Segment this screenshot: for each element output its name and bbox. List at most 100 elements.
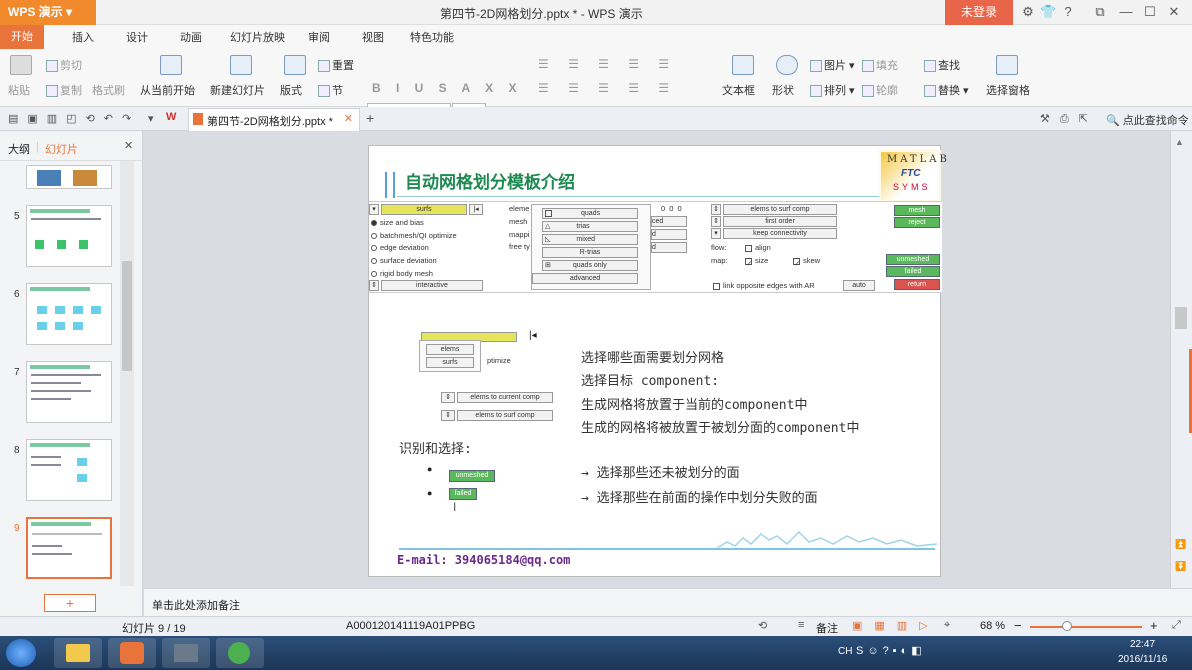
elem-quads-only[interactable]: ⊞ quads only — [542, 260, 638, 271]
cut-button[interactable]: 剪切 — [46, 57, 82, 73]
opt-rigid-body[interactable]: rigid body mesh — [371, 269, 433, 278]
maximize-icon[interactable]: ☐ — [1142, 4, 1158, 20]
zoom-thumb[interactable] — [1062, 621, 1072, 631]
opt-surface-deviation[interactable]: surface deviation — [371, 256, 437, 265]
toggle-icon[interactable]: ⇕ — [711, 204, 721, 215]
elem-trias[interactable]: △ trias — [542, 221, 638, 232]
new-tab-icon[interactable]: + — [366, 110, 374, 126]
slide-thumb-4[interactable] — [26, 165, 112, 189]
slide-thumb-9[interactable] — [26, 517, 112, 579]
sidebar-scrollbar[interactable] — [120, 161, 134, 586]
toggle-icon[interactable]: ⇕ — [711, 216, 721, 227]
skin-icon[interactable]: ⚙ — [1020, 4, 1036, 20]
layout-button[interactable]: 版式 — [280, 82, 302, 98]
view-buttons[interactable]: ▣▦▥▷ — [852, 619, 940, 632]
input-language[interactable]: CH — [838, 646, 852, 657]
arrange-button[interactable]: 排列 ▾ — [810, 82, 855, 98]
main-scrollbar[interactable]: ▲ ⏫ ⏬ — [1170, 131, 1192, 588]
next-slide-icon[interactable]: ⏬ — [1175, 561, 1186, 572]
shape-icon[interactable] — [776, 55, 798, 75]
paste-icon[interactable] — [10, 55, 32, 75]
find-command[interactable]: 🔍 点此查找命令 — [1106, 112, 1189, 128]
section-button[interactable]: 节 — [318, 82, 343, 98]
slide-thumb-6[interactable] — [26, 283, 112, 345]
align-buttons[interactable]: ☰ ☰ ☰ ☰ ☰ — [538, 81, 677, 95]
scroll-thumb[interactable] — [1175, 307, 1187, 329]
skew-checkbox[interactable]: ✓ skew — [793, 256, 820, 268]
elems-to-surf-comp[interactable]: elems to surf comp — [723, 204, 837, 215]
selection-pane-icon[interactable] — [996, 55, 1018, 75]
failed-button[interactable]: failed — [886, 266, 940, 277]
tab-outline[interactable]: 大纲 — [8, 141, 30, 157]
selection-pane-button[interactable]: 选择窗格 — [986, 82, 1030, 98]
add-slide-button[interactable]: + — [44, 594, 96, 612]
link-checkbox[interactable]: link opposite edges with AR — [713, 281, 815, 290]
elem-quads[interactable]: quads — [542, 208, 638, 219]
tray-icons[interactable]: S☺?▪◐◧ — [856, 644, 956, 658]
app-menu-button[interactable]: WPS 演示 ▾ — [0, 0, 96, 25]
history-icon[interactable]: ⟲ — [758, 619, 767, 632]
play-current-button[interactable]: 从当前开始 — [140, 82, 195, 98]
shape-button[interactable]: 形状 — [772, 82, 794, 98]
scroll-up-icon[interactable]: ▲ — [1175, 137, 1184, 147]
align-checkbox[interactable]: align — [745, 243, 771, 252]
menu-review[interactable]: 审阅 — [308, 29, 330, 45]
menu-features[interactable]: 特色功能 — [410, 29, 454, 45]
notes-button[interactable]: 备注 — [816, 620, 838, 636]
opt-size-bias[interactable]: size and bias — [371, 218, 424, 227]
minimize-icon[interactable]: — — [1118, 4, 1134, 20]
toggle-icon[interactable]: ⇕ — [369, 280, 379, 291]
wps-logo-icon[interactable]: W — [166, 111, 176, 123]
elem-advanced[interactable]: advanced — [532, 273, 638, 284]
login-button[interactable]: 未登录 — [945, 0, 1013, 25]
menu-slideshow[interactable]: 幻灯片放映 — [230, 29, 285, 45]
tab-slides[interactable]: 幻灯片 — [45, 141, 78, 157]
taskbar-wps[interactable] — [108, 638, 156, 668]
zoom-out-icon[interactable]: − — [1014, 618, 1022, 633]
opt-batchmesh[interactable]: batchmesh/QI optimize — [371, 231, 457, 240]
taskbar-browser[interactable] — [216, 638, 264, 668]
slide-thumb-8[interactable] — [26, 439, 112, 501]
taskbar-app[interactable] — [162, 638, 210, 668]
dropdown-icon[interactable]: ▾ — [711, 228, 721, 239]
taskbar-explorer[interactable] — [54, 638, 102, 668]
zoom-in-icon[interactable]: + — [1150, 618, 1158, 633]
document-tab[interactable]: 第四节-2D网格划分.pptx * ✕ — [188, 108, 360, 131]
play-icon[interactable] — [160, 55, 182, 75]
replace-button[interactable]: 替换 ▾ — [924, 82, 969, 98]
find-button[interactable]: 查找 — [924, 57, 960, 73]
fill-button[interactable]: 填充 — [862, 57, 898, 73]
auto-button[interactable]: auto — [843, 280, 875, 291]
size-checkbox[interactable]: ✓ size — [745, 256, 768, 268]
mesh-button[interactable]: mesh — [894, 205, 940, 216]
menu-animation[interactable]: 动画 — [180, 29, 202, 45]
picture-button[interactable]: 图片 ▾ — [810, 57, 855, 73]
keep-connectivity[interactable]: keep connectivity — [723, 228, 837, 239]
fit-window-icon[interactable]: ⤢ — [1172, 619, 1181, 632]
slide-thumb-7[interactable] — [26, 361, 112, 423]
partial-button[interactable]: ced — [651, 216, 687, 227]
outline-button[interactable]: 轮廓 — [862, 82, 898, 98]
shirt-icon[interactable]: 👕 — [1040, 4, 1056, 20]
start-button[interactable] — [6, 639, 36, 667]
new-slide-icon[interactable] — [230, 55, 252, 75]
slide-thumb-5[interactable] — [26, 205, 112, 267]
tab-close-icon[interactable]: ✕ — [344, 112, 353, 125]
format-painter-button[interactable]: 格式刷 — [92, 82, 125, 98]
partial-button[interactable]: d — [651, 229, 687, 240]
return-button[interactable]: return — [894, 279, 940, 290]
textbox-icon[interactable] — [732, 55, 754, 75]
help-icon[interactable]: ? — [1060, 4, 1076, 20]
dropdown-icon[interactable]: ▾ — [148, 112, 154, 125]
zoom-slider[interactable] — [1030, 621, 1142, 631]
font-style-buttons[interactable]: B I U S A X X — [372, 81, 522, 95]
menu-start[interactable]: 开始 — [0, 25, 44, 49]
interactive-selector[interactable]: interactive — [381, 280, 483, 291]
menu-design[interactable]: 设计 — [126, 29, 148, 45]
partial-button[interactable]: d — [651, 242, 687, 253]
prev-slide-icon[interactable]: ⏫ — [1175, 539, 1186, 550]
sidebar-close-icon[interactable]: ✕ — [124, 139, 133, 152]
layout-icon[interactable] — [284, 55, 306, 75]
paste-button[interactable]: 粘贴 — [8, 82, 30, 98]
menu-insert[interactable]: 插入 — [72, 29, 94, 45]
